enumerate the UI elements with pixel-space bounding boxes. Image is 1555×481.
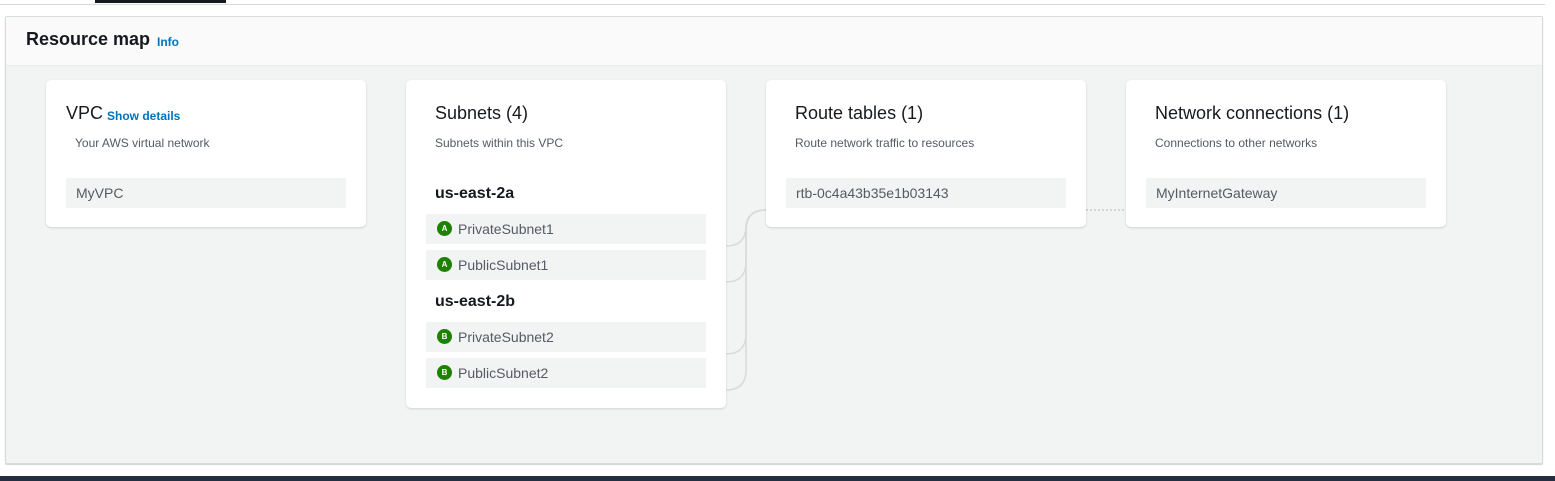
panel-title: Resource map — [26, 29, 151, 49]
route-tables-card: Route tables (1) Route network traffic t… — [766, 80, 1086, 227]
subnet-label: PublicSubnet2 — [458, 365, 549, 381]
subnet-item[interactable]: B PublicSubnet2 — [426, 358, 706, 388]
subnets-card: Subnets (4) Subnets within this VPC us-e… — [406, 80, 726, 408]
az-badge-icon: A — [437, 257, 452, 272]
tab-bar — [0, 0, 1545, 5]
panel-header: Resource map Info — [6, 17, 1542, 66]
internet-gateway-item[interactable]: MyInternetGateway — [1146, 178, 1426, 208]
info-link[interactable]: Info — [157, 35, 179, 49]
subnets-title: Subnets (4) — [435, 103, 529, 123]
network-connections-title: Network connections (1) — [1155, 103, 1350, 123]
az-badge-icon: B — [437, 365, 452, 380]
subnet-label: PrivateSubnet1 — [458, 221, 554, 237]
vpc-title: VPC — [66, 103, 104, 123]
network-connections-card: Network connections (1) Connections to o… — [1126, 80, 1446, 227]
az-badge-icon: A — [437, 221, 452, 236]
bottom-bar — [0, 476, 1555, 481]
az-title: us-east-2a — [435, 185, 515, 202]
vpc-description: Your AWS virtual network — [75, 136, 210, 150]
vpc-item[interactable]: MyVPC — [66, 178, 346, 208]
subnets-description: Subnets within this VPC — [435, 136, 564, 150]
az-badge-icon: B — [437, 329, 452, 344]
subnet-item[interactable]: A PublicSubnet1 — [426, 250, 706, 280]
route-table-item[interactable]: rtb-0c4a43b35e1b03143 — [786, 178, 1066, 208]
active-tab-indicator — [95, 0, 226, 3]
route-tables-title: Route tables (1) — [795, 103, 924, 123]
subnet-label: PrivateSubnet2 — [458, 329, 554, 345]
subnet-label: PublicSubnet1 — [458, 257, 549, 273]
network-connections-description: Connections to other networks — [1155, 136, 1318, 150]
route-tables-description: Route network traffic to resources — [795, 136, 975, 150]
show-details-link[interactable]: Show details — [107, 109, 180, 123]
vpc-card: VPC Show details Your AWS virtual networ… — [46, 80, 366, 227]
az-title: us-east-2b — [435, 293, 516, 310]
subnet-item[interactable]: B PrivateSubnet2 — [426, 322, 706, 352]
subnet-item[interactable]: A PrivateSubnet1 — [426, 214, 706, 244]
